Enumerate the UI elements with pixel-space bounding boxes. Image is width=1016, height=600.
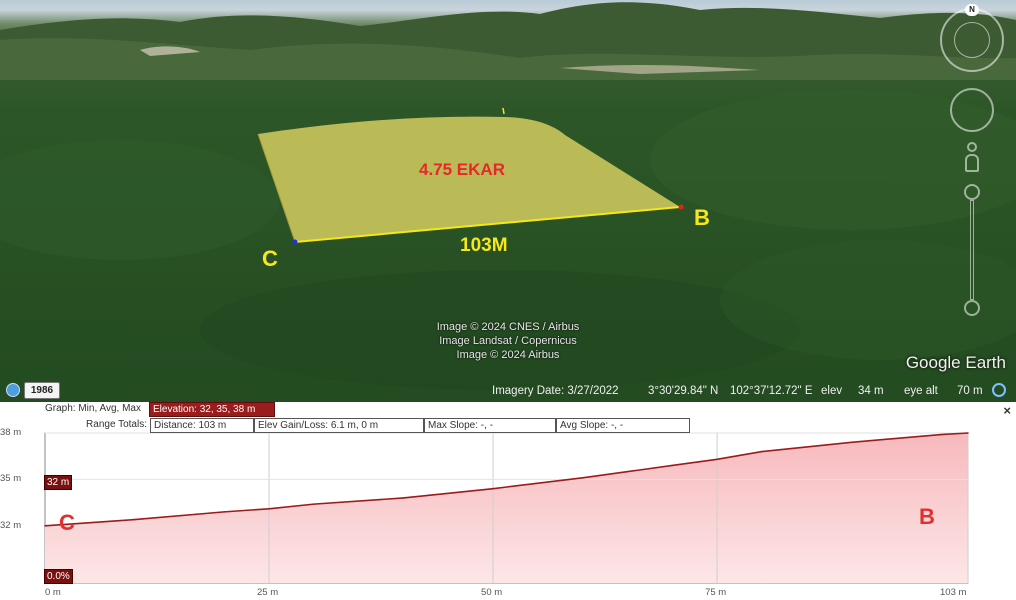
profile-point-b-label: B [919,504,935,529]
elevation-point [268,507,270,510]
elevation-point [492,487,494,490]
elevation-label: elev [821,385,843,397]
elevation-profile-panel[interactable]: Graph: Min, Avg, Max Elevation: 32, 35, … [0,402,1016,600]
streaming-status-icon [992,383,1006,397]
x-tick-label: 0 m [45,587,61,598]
longitude-readout: 102°37'12.72" E [730,385,813,397]
elevation-point [313,503,315,505]
elevation-point [716,458,718,461]
zoom-out-icon[interactable] [964,300,980,316]
elevation-summary[interactable]: Elevation: 32, 35, 38 m [149,402,275,417]
elevation-point [581,477,584,479]
imagery-credits: Image © 2024 CNES / Airbus Image Landsat… [420,320,596,362]
distance-label: 103M [460,235,508,256]
credit-line: Image © 2024 CNES / Airbus [436,321,580,333]
look-joystick[interactable] [954,22,990,58]
elevation-point [761,450,763,453]
x-tick-label: 103 m [940,587,967,598]
avg-slope: Avg Slope: -, - [556,418,690,433]
elevation-value: 34 m [858,385,884,397]
elevation-point [402,497,405,499]
eye-alt-value: 70 m [957,385,983,397]
profile-point-c-label: C [59,510,75,535]
x-tick-label: 50 m [481,587,503,598]
eye-alt-label: eye alt [904,385,938,397]
imagery-date: Imagery Date: 3/27/2022 [492,385,619,397]
historical-year-button[interactable]: 1986 [24,382,60,399]
zoom-in-icon[interactable] [964,184,980,200]
navigation-controls[interactable]: N [940,4,1010,324]
move-joystick[interactable] [950,88,994,132]
point-c-label: C [262,246,278,271]
credit-line: Image © 2024 Airbus [456,349,560,361]
latitude-readout: 3°30'29.84" N [648,385,719,397]
google-earth-logo: Google Earth [905,353,1006,372]
credit-line: Image Landsat / Copernicus [439,335,577,347]
elevation-point [44,524,46,527]
elevation-point [671,464,674,467]
historical-imagery-icon[interactable] [6,383,20,397]
start-slope-flag: 0.0% [44,569,73,584]
status-bar: 1986 Imagery Date: 3/27/2022 3°30'29.84"… [0,378,1016,402]
elevation-point [133,518,136,521]
point-b-label: B [694,205,710,230]
elevation-point [223,511,226,513]
elevation-point [940,433,942,436]
zoom-slider[interactable] [964,184,980,318]
map-viewport[interactable]: 4.75 EKAR 103M B C Image © 2024 CNES / A… [0,0,1016,402]
graph-type-label[interactable]: Graph: Min, Avg, Max [42,402,150,417]
range-totals-row: Range Totals: Distance: 103 m Elev Gain/… [0,418,1016,433]
street-view-pegman-icon[interactable] [965,142,979,176]
elevation-point [850,441,853,444]
x-tick-label: 25 m [257,587,279,598]
north-icon[interactable]: N [965,4,979,16]
y-tick-label: 32 m [0,519,22,531]
elev-gain-loss: Elev Gain/Loss: 6.1 m, 0 m [254,418,424,433]
vertex-c-marker [292,239,298,245]
vertex-b-marker [678,204,684,210]
distance-total: Distance: 103 m [150,418,254,433]
area-label: 4.75 EKAR [419,160,505,179]
max-slope: Max Slope: -, - [424,418,556,433]
close-icon[interactable]: × [1003,404,1011,417]
range-totals-label: Range Totals: [86,419,147,430]
x-tick-label: 75 m [705,587,727,598]
start-elevation-flag: 32 m [44,475,73,490]
profile-summary-row: Graph: Min, Avg, Max Elevation: 32, 35, … [0,402,1016,417]
y-tick-label: 38 m [0,427,22,438]
y-tick-label: 35 m [0,473,22,485]
